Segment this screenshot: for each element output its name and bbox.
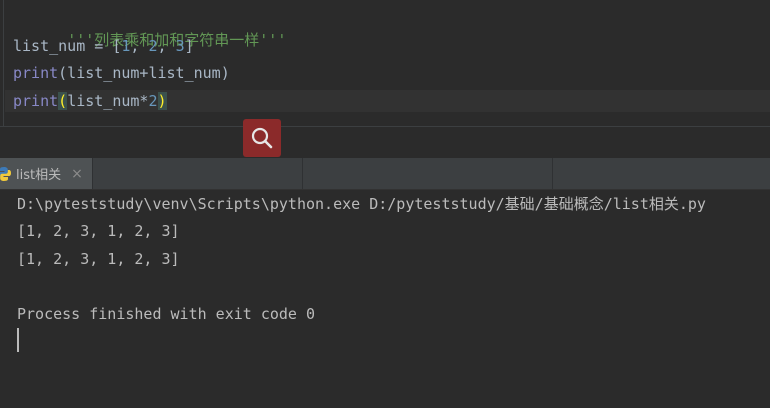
tab-separator [92,158,93,189]
code-line-3[interactable]: print(list_num+list_num) [13,62,230,84]
code-line-1[interactable]: '''列表乘和加和字符串一样''' [13,7,286,49]
matched-paren-close: ) [157,92,167,110]
number-literal: 2 [148,37,158,55]
matched-paren-open: ( [58,92,68,110]
code-text: , [130,37,149,55]
code-text: , [157,37,176,55]
run-tab[interactable]: list相关 × [0,158,92,189]
code-line-4-current[interactable]: print(list_num*2) [5,90,770,112]
code-text: list_num = [ [13,37,122,55]
code-line-2[interactable]: list_num = [1, 2, 3] [13,35,194,57]
gutter-divider [3,0,4,126]
close-icon[interactable]: × [71,166,83,182]
search-button[interactable] [243,119,281,157]
panel-divider[interactable] [0,126,770,159]
builtin-keyword: print [13,64,59,82]
run-console[interactable]: D:\pyteststudy\venv\Scripts\python.exe D… [0,190,770,408]
console-exit-status: Process finished with exit code 0 [17,305,316,323]
code-text: (list_num+list_num) [58,64,230,82]
builtin-keyword: print [13,92,59,110]
number-literal: 3 [175,37,185,55]
text-caret [17,328,19,352]
tab-separator [302,158,303,189]
run-tab-label: list相关 [16,168,62,183]
run-tab-bar: list相关 × [0,158,770,190]
code-editor[interactable]: '''列表乘和加和字符串一样''' list_num = [1, 2, 3] p… [0,0,770,126]
search-icon [251,127,273,149]
code-text: ] [184,37,194,55]
number-literal: 2 [148,92,158,110]
code-text: list_num* [67,92,149,110]
console-command-line: D:\pyteststudy\venv\Scripts\python.exe D… [17,195,706,213]
python-icon [0,166,11,181]
ide-window: '''列表乘和加和字符串一样''' list_num = [1, 2, 3] p… [0,0,770,408]
console-output-line: [1, 2, 3, 1, 2, 3] [17,250,180,268]
console-output-line: [1, 2, 3, 1, 2, 3] [17,222,180,240]
tab-separator [552,158,553,189]
